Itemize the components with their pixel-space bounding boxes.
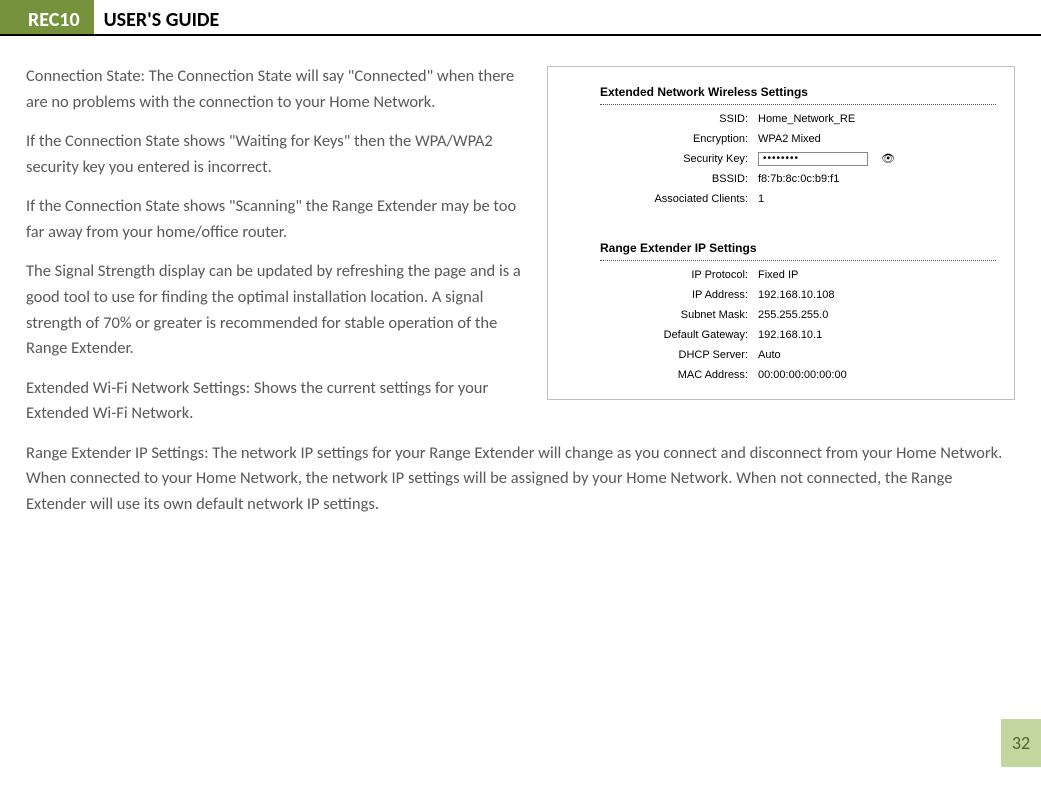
encryption-value: WPA2 Mixed <box>758 131 1004 148</box>
mask-value: 255.255.255.0 <box>758 307 1004 324</box>
protocol-value: Fixed IP <box>758 267 1004 284</box>
gateway-label: Default Gateway: <box>558 327 758 344</box>
mac-label: MAC Address: <box>558 367 758 384</box>
clients-label: Associated Clients: <box>558 191 758 208</box>
paragraph-ip-settings: Range Extender IP Settings: The network … <box>26 441 1015 518</box>
header-gutter <box>0 0 20 34</box>
page-content: Extended Network Wireless Settings SSID:… <box>0 36 1041 517</box>
row-protocol: IP Protocol: Fixed IP <box>558 267 1004 284</box>
clients-value: 1 <box>758 191 1004 208</box>
eye-icon[interactable]: 👁 <box>881 151 895 168</box>
ip-value: 192.168.10.108 <box>758 287 1004 304</box>
dhcp-value: Auto <box>758 347 1004 364</box>
header-badge: REC10 <box>20 0 94 34</box>
ip-settings-heading: Range Extender IP Settings <box>600 239 1004 258</box>
row-ip: IP Address: 192.168.10.108 <box>558 287 1004 304</box>
row-mac: MAC Address: 00:00:00:00:00:00 <box>558 367 1004 384</box>
divider <box>600 260 996 261</box>
page-header: REC10 USER'S GUIDE <box>0 0 1041 36</box>
row-clients: Associated Clients: 1 <box>558 191 1004 208</box>
ssid-value: Home_Network_RE <box>758 111 1004 128</box>
row-dhcp: DHCP Server: Auto <box>558 347 1004 364</box>
security-key-value: •••••••• 👁 <box>758 151 1004 168</box>
ssid-label: SSID: <box>558 111 758 128</box>
row-bssid: BSSID: f8:7b:8c:0c:b9:f1 <box>558 171 1004 188</box>
gateway-value: 192.168.10.1 <box>758 327 1004 344</box>
encryption-label: Encryption: <box>558 131 758 148</box>
security-key-input[interactable]: •••••••• <box>758 152 868 166</box>
header-title: USER'S GUIDE <box>94 0 220 34</box>
row-encryption: Encryption: WPA2 Mixed <box>558 131 1004 148</box>
bssid-value: f8:7b:8c:0c:b9:f1 <box>758 171 1004 188</box>
mask-label: Subnet Mask: <box>558 307 758 324</box>
mac-value: 00:00:00:00:00:00 <box>758 367 1004 384</box>
page-number: 32 <box>1001 719 1041 767</box>
row-ssid: SSID: Home_Network_RE <box>558 111 1004 128</box>
row-mask: Subnet Mask: 255.255.255.0 <box>558 307 1004 324</box>
protocol-label: IP Protocol: <box>558 267 758 284</box>
divider <box>600 104 996 105</box>
security-key-label: Security Key: <box>558 151 758 168</box>
bssid-label: BSSID: <box>558 171 758 188</box>
settings-figure: Extended Network Wireless Settings SSID:… <box>547 66 1015 400</box>
row-security-key: Security Key: •••••••• 👁 <box>558 151 1004 168</box>
row-gateway: Default Gateway: 192.168.10.1 <box>558 327 1004 344</box>
wireless-settings-heading: Extended Network Wireless Settings <box>600 83 1004 102</box>
ip-label: IP Address: <box>558 287 758 304</box>
dhcp-label: DHCP Server: <box>558 347 758 364</box>
